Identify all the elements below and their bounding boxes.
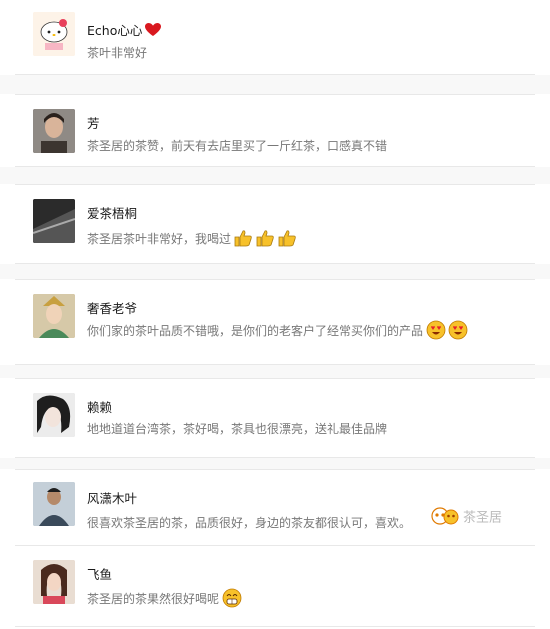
- dark-scene-avatar-icon: [33, 199, 75, 243]
- heart-eyes-emoji: [448, 320, 468, 343]
- avatar[interactable]: [33, 109, 75, 153]
- comment-card-2: 芳 茶圣居的茶赞，前天有去店里买了一斤红茶，口感真不错: [15, 95, 535, 176]
- comment-text-content: 你们家的茶叶品质不错哦，是你们的老客户了经常买你们的产品: [87, 324, 424, 338]
- woman-portrait-avatar-icon: [33, 109, 75, 153]
- comment-card-7: 飞鱼 茶圣居的茶果然很好喝呢: [15, 546, 535, 626]
- wechat-logo-icon: [430, 506, 460, 530]
- comment-text: 茶圣居茶叶非常好，我喝过: [87, 229, 297, 250]
- comment-card-4: 奢香老爷 你们家的茶叶品质不错哦，是你们的老客户了经常买你们的产品: [15, 280, 535, 364]
- comment-text: 地地道道台湾茶，茶好喝，茶具也很漂亮，送礼最佳品牌: [87, 422, 388, 436]
- commenter-name: 芳: [87, 116, 100, 131]
- avatar[interactable]: [33, 12, 75, 56]
- thumbs-up-emoji: [255, 229, 275, 250]
- avatar[interactable]: [33, 294, 75, 338]
- section-gap: [0, 264, 550, 279]
- costume-portrait-avatar-icon: [33, 294, 75, 338]
- name-label: Echo心心: [87, 23, 143, 38]
- section-gap: [0, 75, 550, 94]
- commenter-name: 奢香老爷: [87, 301, 138, 316]
- avatar[interactable]: [33, 393, 75, 437]
- comments-page: Echo心心 茶叶非常好 芳 茶圣居的茶赞，前天有去店里买了一斤红茶，口感真不错: [0, 0, 550, 629]
- commenter-name: 飞鱼: [87, 567, 113, 582]
- commenter-name: 赖赖: [87, 400, 113, 415]
- grin-emoji: [222, 588, 242, 611]
- thumbs-up-emoji: [233, 229, 253, 250]
- watermark-text: 茶圣居: [463, 510, 503, 526]
- comment-text-content: 茶圣居茶叶非常好，我喝过: [87, 232, 232, 246]
- section-gap: [0, 458, 550, 469]
- commenter-name: Echo心心: [87, 20, 162, 40]
- comment-text-content: 茶圣居的茶果然很好喝呢: [87, 592, 220, 606]
- thumbs-up-emoji: [277, 229, 297, 250]
- comment-text: 茶叶非常好: [87, 46, 148, 60]
- commenter-name: 爱茶梧桐: [87, 206, 138, 221]
- heart-eyes-emoji: [426, 320, 446, 343]
- comment-card-5: 赖赖 地地道道台湾茶，茶好喝，茶具也很漂亮，送礼最佳品牌: [15, 379, 535, 457]
- watermark: 茶圣居: [428, 506, 502, 530]
- commenter-name: 风潇木叶: [87, 491, 138, 506]
- section-gap: [0, 167, 550, 184]
- comment-text: 茶圣居的茶赞，前天有去店里买了一斤红茶，口感真不错: [87, 139, 388, 153]
- sketch-portrait-avatar-icon: [33, 393, 75, 437]
- avatar[interactable]: [33, 560, 75, 604]
- comment-text: 茶圣居的茶果然很好喝呢: [87, 588, 242, 611]
- comment-text: 很喜欢茶圣居的茶，品质很好，身边的茶友都很认可，喜欢。: [87, 516, 412, 530]
- comment-card-3: 爱茶梧桐 茶圣居茶叶非常好，我喝过: [15, 185, 535, 263]
- section-gap: [0, 365, 550, 378]
- divider: [15, 626, 535, 627]
- comment-text: 你们家的茶叶品质不错哦，是你们的老客户了经常买你们的产品: [87, 320, 468, 343]
- man-portrait-avatar-icon: [33, 482, 75, 526]
- heart-icon: [145, 23, 162, 40]
- hello-kitty-avatar-icon: [33, 12, 75, 56]
- girl-portrait-avatar-icon: [33, 560, 75, 604]
- avatar[interactable]: [33, 482, 75, 526]
- avatar[interactable]: [33, 199, 75, 243]
- comment-card-1: Echo心心 茶叶非常好: [15, 0, 535, 70]
